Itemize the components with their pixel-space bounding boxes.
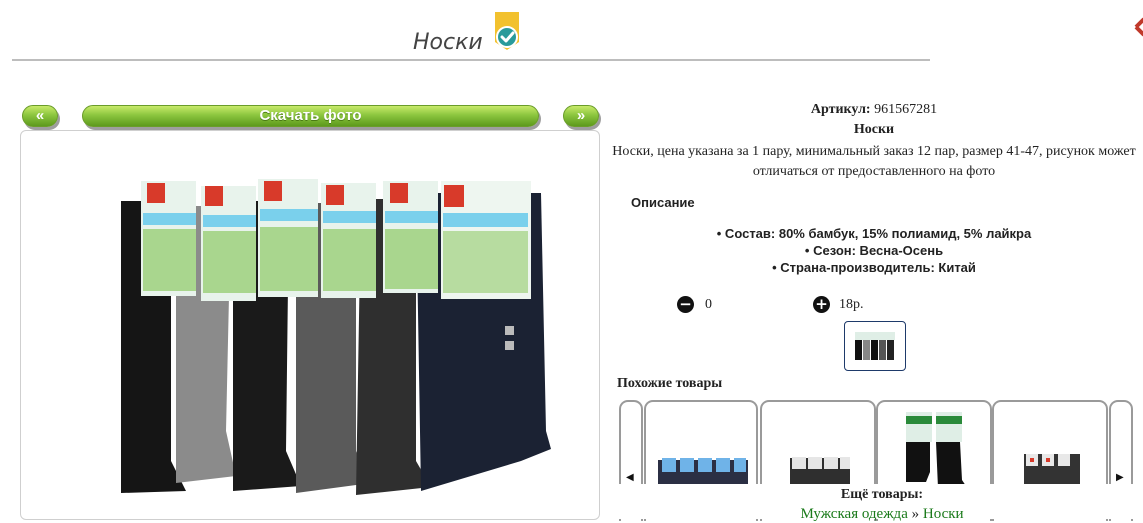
product-description: Носки, цена указана за 1 пару, минимальн… [612, 144, 1136, 179]
socks-image [121, 179, 551, 495]
more-products-heading: Ещё товары: [840, 487, 924, 502]
quantity-value: 0 [705, 297, 712, 312]
sku-value: 961567281 [874, 102, 938, 117]
link-socks[interactable]: Носки [923, 506, 964, 522]
prev-photo-button[interactable]: « [22, 105, 58, 127]
product-name: Носки [853, 122, 895, 137]
link-mens-clothing[interactable]: Мужская одежда [800, 506, 907, 522]
close-icon[interactable] [1134, 14, 1143, 40]
header-divider [12, 59, 930, 61]
attribute-country: • Страна-производитель: Китай [772, 260, 976, 275]
sku-label: Артикул: [810, 102, 871, 117]
chevron-left-icon: ◀ [626, 472, 634, 483]
page-title: Носки [413, 30, 483, 55]
chevron-right-icon: ▶ [1116, 472, 1124, 483]
price-value: 18р. [839, 297, 864, 312]
thumbnail-image [855, 332, 895, 360]
next-photo-button[interactable]: » [563, 105, 599, 127]
minus-circle-icon[interactable]: − [677, 296, 694, 313]
verified-badge-icon [495, 12, 519, 50]
description-heading: Описание [631, 195, 695, 210]
plus-circle-icon[interactable]: + [813, 296, 830, 313]
sku-line: Артикул: 961567281 [612, 102, 1136, 118]
download-photo-button[interactable]: Скачать фото [82, 105, 539, 127]
photo-thumbnail[interactable] [844, 321, 906, 371]
attribute-composition: • Состав: 80% бамбук, 15% полиамид, 5% л… [716, 226, 1032, 241]
product-photo[interactable] [20, 130, 600, 520]
more-products-breadcrumb: Мужская одежда » Носки [612, 506, 1143, 523]
attribute-season: • Сезон: Весна-Осень [804, 243, 944, 258]
similar-products-heading: Похожие товары [617, 376, 723, 391]
breadcrumb-separator: » [907, 506, 923, 522]
